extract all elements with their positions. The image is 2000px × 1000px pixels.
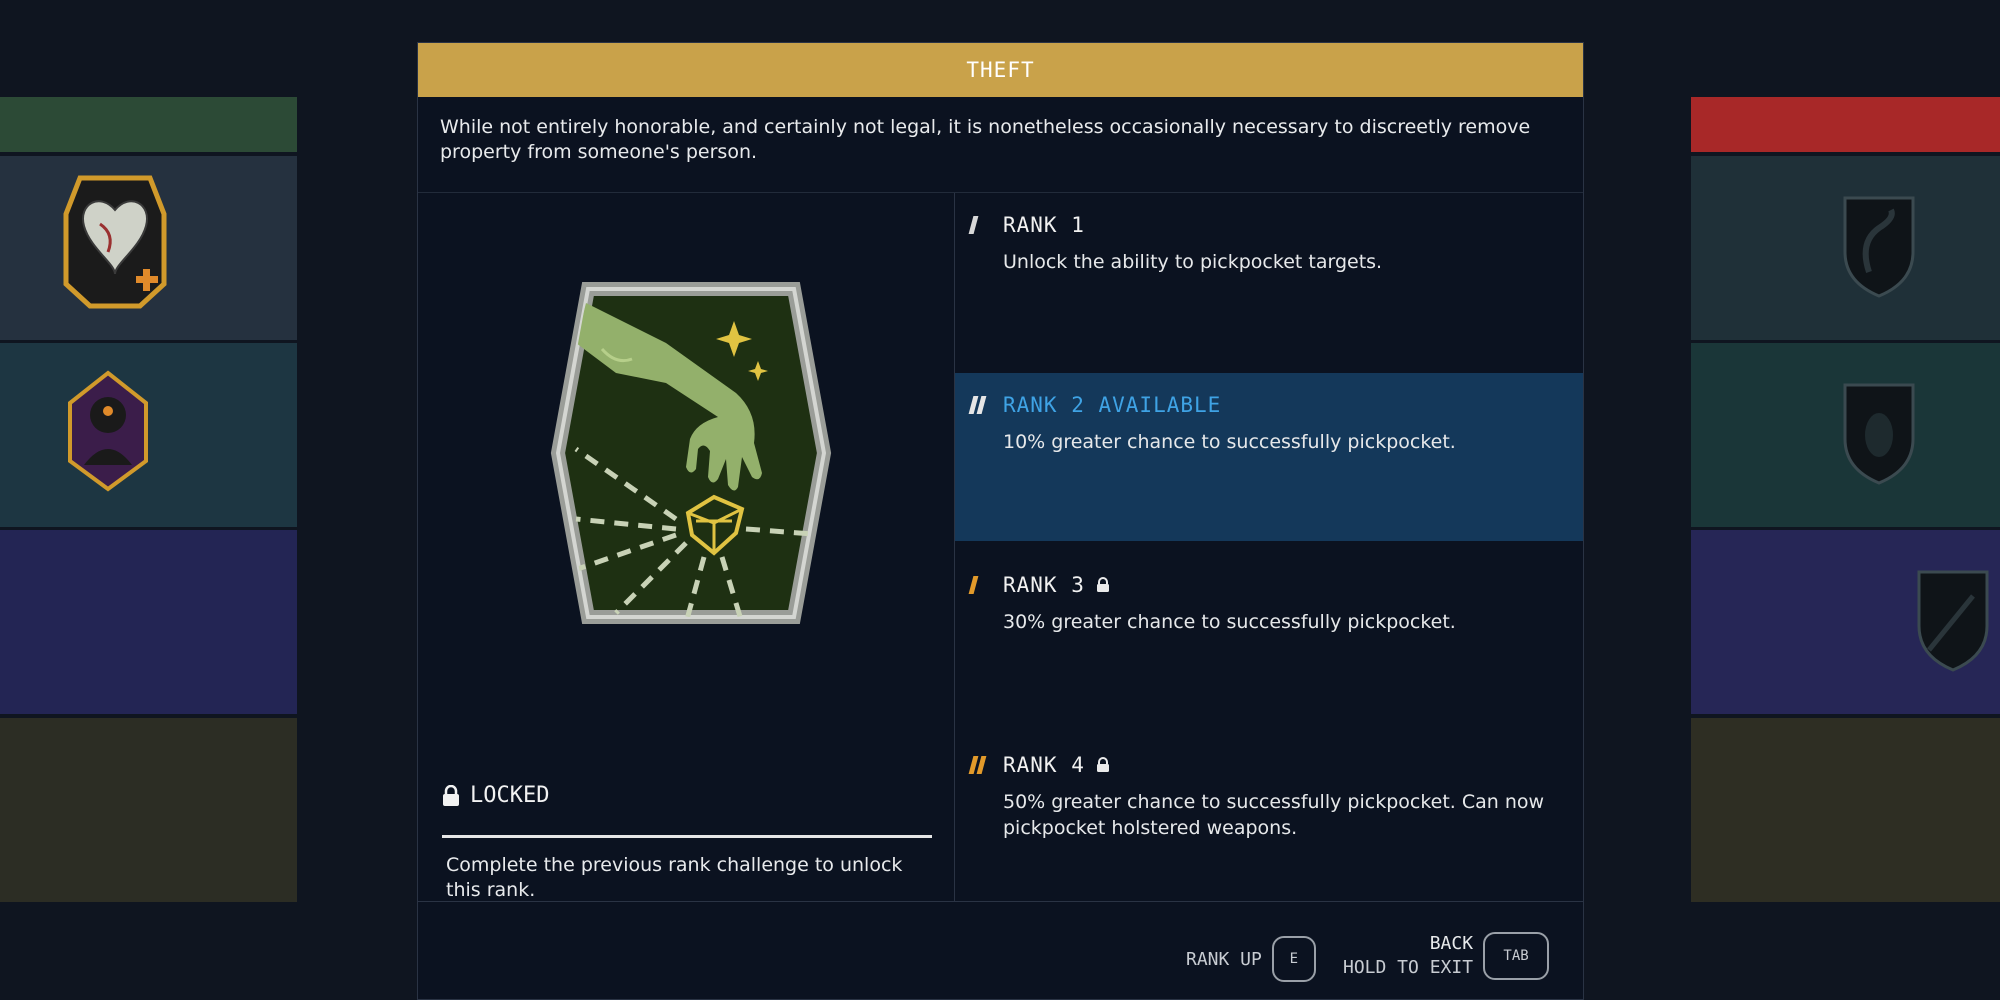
rank-title: RANK 3: [1003, 573, 1085, 597]
theft-hand-gem-patch-icon: [546, 273, 836, 637]
rank-4-mark-icon: [968, 755, 993, 775]
rank-description: 50% greater chance to successfully pickp…: [1003, 791, 1545, 839]
rank-up-hint[interactable]: RANK UP E: [1186, 936, 1316, 982]
skill-card-right-4[interactable]: [1691, 718, 2000, 902]
lock-icon: [1096, 757, 1109, 772]
locked-label: LOCKED: [470, 783, 550, 808]
rank-3-row[interactable]: RANK 3 30% greater chance to successfull…: [955, 553, 1583, 731]
lock-icon: [443, 784, 459, 806]
heart-medical-icon: [63, 175, 167, 309]
perk-title: THEFT: [418, 43, 1583, 97]
perk-body: LOCKED Complete the previous rank challe…: [418, 193, 1583, 901]
rank-title: RANK 1: [1003, 213, 1085, 237]
hooded-figure-icon: [68, 370, 148, 492]
rank-2-mark-icon: [968, 395, 993, 415]
shield-egg-icon: [1843, 383, 1915, 485]
left-category-header: [0, 97, 297, 152]
rank-list: RANK 1 Unlock the ability to pickpocket …: [955, 193, 1583, 901]
locked-status: LOCKED: [442, 783, 549, 808]
skill-card-empty-2[interactable]: [0, 718, 297, 902]
perk-detail-panel: THEFT While not entirely honorable, and …: [417, 42, 1584, 1000]
rank-2-row[interactable]: RANK 2 AVAILABLE 10% greater chance to s…: [955, 373, 1583, 541]
rank-title: RANK 2 AVAILABLE: [1003, 393, 1222, 417]
rank-4-row[interactable]: RANK 4 50% greater chance to successfull…: [955, 733, 1583, 911]
locked-description: Complete the previous rank challenge to …: [446, 854, 903, 901]
rank-description: 30% greater chance to successfully pickp…: [1003, 611, 1456, 633]
right-skill-column: [1691, 0, 2000, 1000]
perk-badge-pane: LOCKED Complete the previous rank challe…: [418, 193, 955, 901]
rank-description: Unlock the ability to pickpocket targets…: [1003, 251, 1383, 273]
rank-3-mark-icon: [968, 575, 993, 595]
skill-card-hooded[interactable]: [0, 343, 297, 527]
rank-1-mark-icon: [968, 215, 993, 235]
rank-1-row[interactable]: RANK 1 Unlock the ability to pickpocket …: [955, 193, 1583, 371]
back-hint[interactable]: BACK HOLD TO EXIT TAB: [1343, 932, 1550, 980]
shield-weapon-icon: [1917, 570, 1989, 672]
skill-card-empty-1[interactable]: [0, 530, 297, 714]
rank-up-key[interactable]: E: [1271, 936, 1316, 982]
locked-divider: [442, 835, 932, 838]
skill-card-right-3[interactable]: [1691, 530, 2000, 714]
back-label: BACK: [1429, 933, 1474, 954]
skill-card-right-1[interactable]: [1691, 156, 2000, 340]
controls-footer: RANK UP E BACK HOLD TO EXIT TAB: [418, 901, 1583, 1000]
hold-to-exit-label: HOLD TO EXIT: [1343, 957, 1474, 978]
perk-description: While not entirely honorable, and certai…: [418, 97, 1583, 193]
shield-dragon-icon: [1843, 196, 1915, 298]
rank-up-label: RANK UP: [1186, 948, 1262, 970]
right-category-header: [1691, 97, 2000, 152]
skill-card-medicine[interactable]: [0, 156, 297, 340]
rank-description: 10% greater chance to successfully pickp…: [1003, 431, 1456, 453]
back-key[interactable]: TAB: [1483, 932, 1550, 980]
left-skill-column: [0, 0, 297, 1000]
skill-card-right-2[interactable]: [1691, 343, 2000, 527]
rank-title: RANK 4: [1003, 753, 1085, 777]
lock-icon: [1096, 577, 1109, 592]
